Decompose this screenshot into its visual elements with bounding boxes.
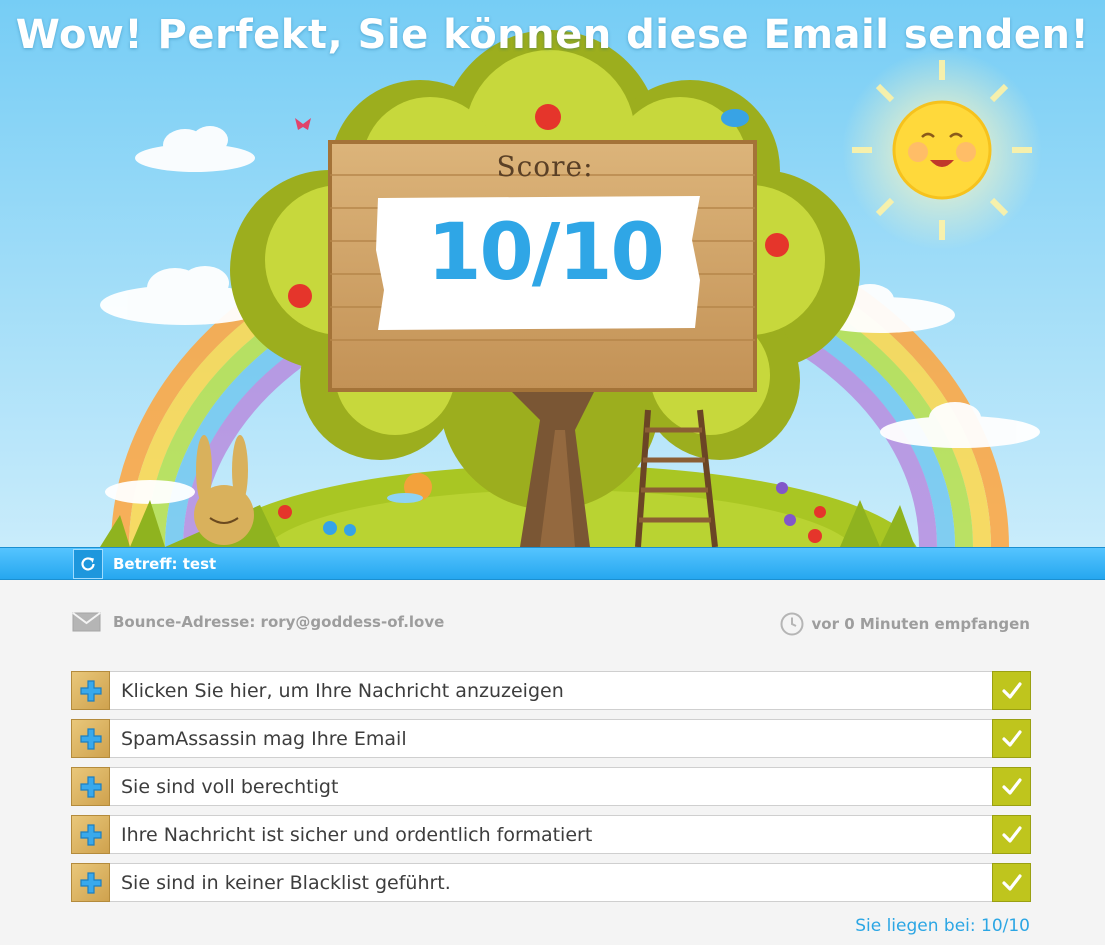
check-row-formatting[interactable]: Ihre Nachricht ist sicher und ordentlich…: [71, 815, 1031, 854]
plus-icon: [79, 727, 102, 750]
check-row-view-message[interactable]: Klicken Sie hier, um Ihre Nachricht anzu…: [71, 671, 1031, 710]
check-status: [992, 767, 1031, 806]
expand-button[interactable]: [71, 767, 110, 806]
bounce-address-text: Bounce-Adresse: rory@goddess-of.love: [113, 613, 445, 631]
hero-banner: Wow! Perfekt, Sie können diese Email sen…: [0, 0, 1105, 547]
check-label: SpamAssassin mag Ihre Email: [121, 728, 407, 750]
meta-row: Bounce-Adresse: rory@goddess-of.love vor…: [72, 612, 1030, 636]
check-status: [992, 719, 1031, 758]
envelope-icon: [72, 612, 101, 632]
subject-bar: Betreff: test: [0, 547, 1105, 580]
check-label: Sie sind in keiner Blacklist geführt.: [121, 872, 451, 894]
checkmark-icon: [1001, 825, 1022, 843]
headline: Wow! Perfekt, Sie können diese Email sen…: [15, 12, 1090, 58]
check-label: Sie sind voll berechtigt: [121, 776, 339, 798]
expand-button[interactable]: [71, 863, 110, 902]
expand-button[interactable]: [71, 719, 110, 758]
received-time-text: vor 0 Minuten empfangen: [811, 615, 1031, 633]
check-row-authentication[interactable]: Sie sind voll berechtigt: [71, 767, 1031, 806]
checkmark-icon: [1001, 729, 1022, 747]
check-status: [992, 671, 1031, 710]
checkmark-icon: [1001, 777, 1022, 795]
checkmark-icon: [1001, 681, 1022, 699]
plus-icon: [79, 871, 102, 894]
refresh-button[interactable]: [73, 549, 103, 579]
checkmark-icon: [1001, 873, 1022, 891]
check-row-blacklist[interactable]: Sie sind in keiner Blacklist geführt.: [71, 863, 1031, 902]
plus-icon: [79, 775, 102, 798]
bounce-address: Bounce-Adresse: rory@goddess-of.love: [72, 612, 444, 632]
subject-text: Betreff: test: [113, 555, 217, 573]
check-label: Klicken Sie hier, um Ihre Nachricht anzu…: [121, 680, 564, 702]
total-score-text: Sie liegen bei: 10/10: [855, 916, 1030, 936]
check-status: [992, 863, 1031, 902]
check-label: Ihre Nachricht ist sicher und ordentlich…: [121, 824, 593, 846]
check-row-spamassassin[interactable]: SpamAssassin mag Ihre Email: [71, 719, 1031, 758]
score-value: 10/10: [427, 208, 665, 298]
received-time: vor 0 Minuten empfangen: [780, 612, 1031, 636]
plus-icon: [79, 823, 102, 846]
expand-button[interactable]: [71, 671, 110, 710]
check-status: [992, 815, 1031, 854]
refresh-icon: [81, 557, 95, 571]
clock-icon: [780, 612, 803, 636]
score-label: Score:: [496, 150, 594, 183]
plus-icon: [79, 679, 102, 702]
expand-button[interactable]: [71, 815, 110, 854]
check-list: Klicken Sie hier, um Ihre Nachricht anzu…: [71, 671, 1031, 911]
